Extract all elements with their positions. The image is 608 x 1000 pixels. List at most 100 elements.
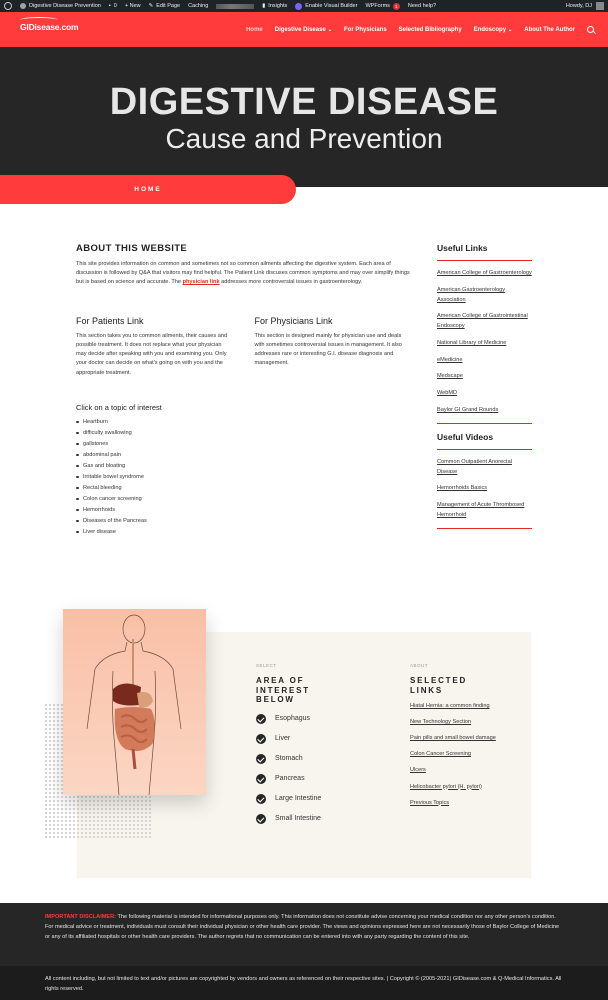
select-eyebrow: SELECT	[256, 663, 277, 668]
check-circle-icon	[256, 713, 266, 724]
about-body: This site provides information on common…	[76, 261, 410, 286]
check-circle-icon	[256, 773, 266, 784]
search-icon[interactable]	[587, 26, 594, 33]
insights-icon: ▮	[262, 3, 266, 9]
main-content: ABOUT THIS WEBSITE This site provides in…	[76, 243, 411, 538]
sidebar-link[interactable]: National Library of Medicine	[437, 339, 532, 349]
area-item-liver[interactable]: Liver	[256, 729, 376, 749]
check-circle-icon	[256, 733, 266, 744]
sidebar-link[interactable]: Medscape	[437, 372, 532, 382]
nav-item-for-physicians[interactable]: For Physicians	[344, 27, 387, 33]
nav-item-home[interactable]: Home	[246, 27, 263, 33]
divi-icon	[295, 2, 303, 10]
pencil-icon: ✎	[148, 3, 154, 9]
logo-swoosh-icon	[20, 17, 58, 23]
divider	[437, 527, 532, 529]
physicians-body: This section is designed mainly for phys…	[254, 332, 402, 367]
site-logo[interactable]: GIDisease.com	[20, 17, 79, 32]
list-item[interactable]: Gas and bloating	[76, 461, 411, 472]
selected-link[interactable]: New Technology Section	[410, 717, 510, 727]
disclaimer-text: The following material is intended for i…	[45, 914, 560, 941]
sidebar-link[interactable]: WebMD	[437, 389, 532, 399]
link-columns: For Patients Link This section takes you…	[76, 316, 411, 378]
copyright: All content including, but not limited t…	[0, 966, 608, 1000]
nav-item-about-the-author[interactable]: About The Author	[524, 27, 575, 33]
patients-body: This section takes you to common ailment…	[76, 332, 228, 376]
area-item-esophagus[interactable]: Esophagus	[256, 709, 376, 729]
nav-item-endoscopy[interactable]: Endoscopy ⌄	[474, 27, 513, 33]
selected-link[interactable]: Pain pills and small bowel damage	[410, 733, 510, 743]
topics-heading: Click on a topic of interest	[76, 402, 162, 412]
list-item[interactable]: Colon cancer screening	[76, 494, 411, 505]
check-circle-icon	[256, 813, 266, 824]
selected-link[interactable]: Previous Topics	[410, 798, 510, 808]
check-circle-icon	[256, 753, 266, 764]
topics-list: Heartburn difficulty swallowing gallston…	[76, 417, 411, 538]
patients-column: For Patients Link This section takes you…	[76, 316, 233, 378]
list-item[interactable]: Liver disease	[76, 527, 411, 538]
wordpress-logo-icon[interactable]	[4, 2, 12, 10]
breadcrumb: HOME	[0, 175, 296, 204]
useful-videos-list: Common Outpatient Anorectal Disease Hemo…	[437, 458, 532, 521]
admin-need-help[interactable]: Need help?	[408, 3, 436, 9]
list-item[interactable]: Irritable bowel syndrome	[76, 472, 411, 483]
nav-item-digestive-disease[interactable]: Digestive Disease ⌄	[275, 27, 332, 33]
sidebar-link[interactable]: American College of Gastroenterology	[437, 269, 532, 279]
list-item[interactable]: difficulty swallowing	[76, 428, 411, 439]
chevron-down-icon: ⌄	[508, 26, 513, 33]
selected-link[interactable]: Ulcers	[410, 765, 510, 775]
sidebar-link[interactable]: American College of Gastrointestinal End…	[437, 312, 532, 332]
admin-caching[interactable]: Caching	[188, 3, 208, 9]
useful-links-list: American College of Gastroenterology Ame…	[437, 269, 532, 416]
about-eyebrow: ABOUT	[410, 663, 429, 668]
admin-site-name[interactable]: Digestive Disease Prevention	[20, 3, 101, 9]
hero-title: DIGESTIVE DISEASE	[109, 81, 499, 123]
check-circle-icon	[256, 793, 266, 804]
selected-links-column: ABOUT SELECTED LINKS Hiatal Hernia: a co…	[410, 663, 510, 814]
wpforms-badge: 1	[392, 2, 400, 10]
physician-link[interactable]: physician link	[183, 279, 220, 285]
sidebar-link[interactable]: Baylor GI Grand Rounds	[437, 406, 532, 416]
list-item[interactable]: Diseases of the Pancreas	[76, 516, 411, 527]
area-item-large-intestine[interactable]: Large Intestine	[256, 789, 376, 809]
list-item[interactable]: Rectal bleeding	[76, 483, 411, 494]
area-item-pancreas[interactable]: Pancreas	[256, 769, 376, 789]
list-item[interactable]: Hemorrhoids	[76, 505, 411, 516]
selected-link[interactable]: Helicobacter pylori (H. pylori)	[410, 782, 510, 792]
selected-link[interactable]: Colon Cancer Screening	[410, 749, 510, 759]
hero-banner: DIGESTIVE DISEASE Cause and Prevention	[0, 47, 608, 175]
admin-insights[interactable]: ▮ Insights	[262, 3, 287, 9]
admin-stats-graph[interactable]	[216, 3, 255, 9]
patients-heading[interactable]: For Patients Link	[76, 316, 233, 326]
selected-link[interactable]: Hiatal Hernia: a common finding	[410, 701, 510, 711]
selected-links-heading: SELECTED LINKS	[410, 676, 468, 695]
admin-edit-page[interactable]: ✎ Edit Page	[149, 3, 180, 9]
sidebar-video-link[interactable]: Hemorrhoids Basics	[437, 484, 532, 494]
select-heading: AREA OF INTEREST BELOW	[256, 676, 310, 705]
anatomy-image	[63, 609, 206, 795]
admin-new-button[interactable]: + New	[125, 3, 141, 9]
avatar	[596, 2, 604, 10]
main-nav: Home Digestive Disease ⌄ For Physicians S…	[246, 12, 594, 47]
sidebar-link[interactable]: American Gastroenterology Association	[437, 286, 532, 306]
nav-item-selected-bibliography[interactable]: Selected Bibliography	[399, 27, 462, 33]
list-item[interactable]: gallstones	[76, 439, 411, 450]
site-header: GIDisease.com Home Digestive Disease ⌄ Fo…	[0, 12, 608, 47]
sidebar-video-link[interactable]: Management of Acute Thrombosed Hemorrhoi…	[437, 501, 532, 521]
home-icon	[20, 3, 26, 9]
useful-links-heading: Useful Links	[437, 243, 532, 261]
admin-user[interactable]: Howdy, DJ	[566, 2, 604, 10]
admin-visual-builder[interactable]: Enable Visual Builder	[295, 2, 357, 10]
sidebar-link[interactable]: eMedicine	[437, 356, 532, 366]
select-area-column: SELECT AREA OF INTEREST BELOW Esophagus …	[256, 663, 376, 829]
area-item-stomach[interactable]: Stomach	[256, 749, 376, 769]
physicians-heading[interactable]: For Physicians Link	[255, 316, 412, 326]
admin-wpforms[interactable]: WPForms 1	[365, 2, 400, 10]
sidebar-video-link[interactable]: Common Outpatient Anorectal Disease	[437, 458, 532, 478]
area-item-small-intestine[interactable]: Small Intestine	[256, 809, 376, 829]
admin-bar: Digestive Disease Prevention ▪ 0 + New ✎ E…	[0, 0, 608, 12]
list-item[interactable]: abdominal pain	[76, 450, 411, 461]
admin-comments[interactable]: ▪ 0	[109, 3, 117, 9]
about-heading: ABOUT THIS WEBSITE	[76, 243, 188, 254]
list-item[interactable]: Heartburn	[76, 417, 411, 428]
